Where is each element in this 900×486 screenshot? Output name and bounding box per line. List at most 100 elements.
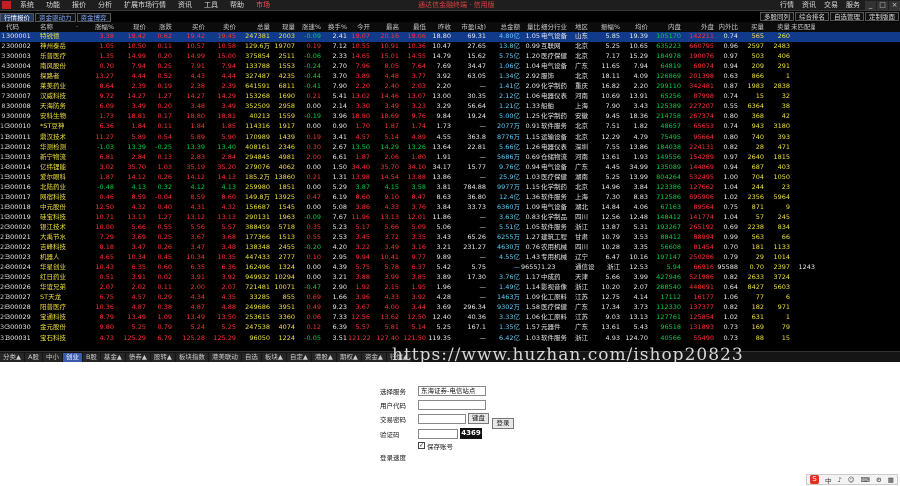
menu-right-trade[interactable]: 交易 xyxy=(820,0,842,10)
market-tab[interactable]: A股 xyxy=(25,352,42,362)
menu-right-news[interactable]: 资讯 xyxy=(798,0,820,10)
cell-col-1: 300021 xyxy=(6,233,31,241)
user-input[interactable] xyxy=(418,399,486,410)
captcha-image[interactable]: 4369 xyxy=(460,428,482,439)
table-row[interactable]: 25 300025 红日药业 0.51 3.91 0.02 3.91 3.92 949932 10… xyxy=(0,273,900,283)
cell-col-16: 13.86 xyxy=(432,172,451,181)
market-tab[interactable]: 基金▲ xyxy=(100,352,125,362)
tray-emoji-icon[interactable]: ☺ xyxy=(848,476,855,484)
cell-col-14: 8.05 xyxy=(384,62,399,71)
market-tab[interactable]: B股 xyxy=(82,352,100,362)
market-tab[interactable]: 股转▲ xyxy=(150,352,175,362)
quote-table[interactable]: 代码 名称 · 涨幅% 现价 涨跌 买价 卖价 总量 现量 涨速% 换手% 今开 最高 最低 昨收 市盈(动) 总… xyxy=(0,22,900,351)
table-row[interactable]: 10 300010 *ST豆神 6.36 1.84 0.11 1.84 1.85 114316 1… xyxy=(0,122,900,132)
cell-col-26: 0.70 xyxy=(723,243,738,252)
table-row[interactable]: 5 300005 探路者 13.27 4.44 0.52 4.43 4.44 327487 423… xyxy=(0,72,900,82)
menu-tools[interactable]: 工具 xyxy=(198,0,224,10)
market-tab[interactable]: 债券▲ xyxy=(125,352,150,362)
keyboard-button[interactable]: 键盘 xyxy=(468,413,489,424)
table-header[interactable]: 代码 名称 · 涨幅% 现价 涨跌 买价 卖价 总量 现量 涨速% 换手% 今开 最高 最低 昨收 市盈(动) 总… xyxy=(0,22,900,32)
menu-help[interactable]: 帮助 xyxy=(224,0,250,10)
market-tab[interactable]: 中小 xyxy=(42,352,62,362)
menu-market[interactable]: 市场 xyxy=(250,0,276,10)
table-row[interactable]: 28 300028 阳普医疗 10.36 4.87 0.38 4.87 4.88 249686 3… xyxy=(0,303,900,313)
table-row[interactable]: 16 300016 北陆药业 -0.48 4.13 0.32 4.12 4.13 259980 1… xyxy=(0,183,900,193)
table-row[interactable]: 19 300019 硅宝科技 10.71 13.13 1.27 13.12 13.13 2901… xyxy=(0,213,900,223)
market-tab[interactable]: 港美联动 xyxy=(208,352,241,362)
table-row[interactable]: 24 300024 华星创业 10.43 6.35 0.60 6.35 6.36 162496 1… xyxy=(0,263,900,273)
sogou-logo-icon[interactable]: S xyxy=(810,475,819,484)
menu-system[interactable]: 系统 xyxy=(14,0,40,10)
table-row[interactable]: 22 300022 吉峰科技 8.18 3.47 0.26 3.47 3.48 138348 24… xyxy=(0,243,900,253)
menu-ext-market[interactable]: 扩展市场行情 xyxy=(118,0,172,10)
market-tab[interactable]: 港股▲ xyxy=(311,352,336,362)
market-tab[interactable]: 期权▲ xyxy=(336,352,361,362)
cell-col-28: 834 xyxy=(777,222,790,231)
table-row[interactable]: 14 300014 亿纬锂能 3.02 35.70 1.03 35.19 35.20 27907… xyxy=(0,163,900,173)
market-tab[interactable]: 自选 xyxy=(241,352,261,362)
market-tab[interactable]: 分类▲ xyxy=(0,352,24,362)
market-tab[interactable]: 板块▲ xyxy=(261,352,286,362)
tray-lang-icon[interactable]: 中 xyxy=(825,475,832,485)
table-row[interactable]: 3 300003 乐普医疗 1.35 14.99 0.20 14.99 15.00 375854… xyxy=(0,52,900,62)
cell-col-29 xyxy=(791,72,815,82)
menu-analysis[interactable]: 分析 xyxy=(92,0,118,10)
table-row[interactable]: 30 300030 金元股份 9.80 5.25 0.79 5.24 5.25 247538 40… xyxy=(0,323,900,333)
cell-col-10: 现量 xyxy=(282,23,295,31)
tray-grid-icon[interactable]: ▦ xyxy=(888,476,894,484)
cell-col-16: 3.92 xyxy=(436,72,451,81)
menu-right-quote[interactable]: 行情 xyxy=(776,0,798,10)
table-row[interactable]: 23 300023 机器人 4.65 10.34 0.45 10.34 10.35 447433… xyxy=(0,253,900,263)
table-row[interactable]: 29 300029 宝通科技 8.79 13.49 1.09 13.49 13.50 25361… xyxy=(0,313,900,323)
save-account-checkbox[interactable]: ✓ xyxy=(418,442,425,449)
table-row[interactable]: 6 300006 莱美药业 8.64 2.39 0.19 2.38 2.39 641591 681… xyxy=(0,82,900,92)
tray-settings-icon[interactable]: ⚙ xyxy=(876,476,882,484)
menu-quote[interactable]: 报价 xyxy=(66,0,92,10)
tab-quote-list[interactable]: 行情报价 xyxy=(0,12,34,22)
tab-custom-layout[interactable]: 定制版面 xyxy=(865,12,899,21)
market-tab[interactable]: 自定▲ xyxy=(286,352,311,362)
server-select[interactable]: 东海证券-电信站点 xyxy=(418,385,486,396)
menu-function[interactable]: 功能 xyxy=(40,0,66,10)
table-row[interactable]: 21 300021 大禹节水 7.29 3.69 0.25 3.67 3.68 177366 15… xyxy=(0,233,900,243)
login-button[interactable]: 登录 xyxy=(492,418,514,429)
market-tab[interactable]: 板块指数 xyxy=(175,352,208,362)
market-tab[interactable]: 创业 xyxy=(62,352,82,362)
password-input[interactable] xyxy=(418,413,466,424)
tab-rank[interactable]: 综合排名 xyxy=(795,12,829,21)
table-row[interactable]: 2 300002 神州泰岳 1.05 10.50 0.11 10.57 10.58 129.6万… xyxy=(0,42,900,52)
tab-fund-drive[interactable]: 资金驱动力 xyxy=(35,12,76,22)
cell-col-6: 0.55 xyxy=(157,222,172,231)
table-row[interactable]: 9 300009 安科生物 1.73 18.81 0.17 18.80 18.81 40213 1… xyxy=(0,112,900,122)
cell-col-25: 190076 xyxy=(689,52,714,61)
tab-fund-game[interactable]: 资金博弈 xyxy=(76,12,111,22)
menu-right-service[interactable]: 服务 xyxy=(842,0,864,10)
table-row[interactable]: 8 300008 天海防务 6.09 3.49 0.20 3.48 3.49 352509 295… xyxy=(0,102,900,112)
table-row[interactable]: 15 300015 爱尔眼科 1.87 14.12 0.26 14.12 14.13 185.2… xyxy=(0,173,900,183)
cell-col-1: 300005 xyxy=(6,72,31,81)
table-row[interactable]: 18 300018 中元股份 12.50 4.32 0.40 4.31 4.32 156687 1… xyxy=(0,203,900,213)
menu-news[interactable]: 资讯 xyxy=(172,0,198,10)
tab-watchlist[interactable]: 自选管理 xyxy=(830,12,864,21)
table-row[interactable]: 7 300007 汉威科技 9.72 14.27 1.27 14.27 14.29 153268… xyxy=(0,92,900,102)
market-tab[interactable]: 资金▲ xyxy=(361,352,386,362)
tab-multi-stock[interactable]: 多股同列 xyxy=(760,12,794,21)
minimize-button[interactable]: _ xyxy=(865,1,876,10)
maximize-button[interactable]: □ xyxy=(877,1,888,10)
table-row[interactable]: 17 300017 网宿科技 0.46 8.59 -0.04 8.59 8.60 149.8万 1… xyxy=(0,193,900,203)
captcha-input[interactable] xyxy=(418,428,458,439)
tray-voice-icon[interactable]: ♪ xyxy=(838,476,842,484)
table-row[interactable]: 31 300031 宝石科技 4.73 125.29 6.79 125.28 125.29 96… xyxy=(0,334,900,344)
table-row[interactable]: 1 300001 特锐德 3.38 19.42 0.62 19.42 19.45 247381 2… xyxy=(0,32,900,42)
market-tab[interactable]: 行情▲ xyxy=(386,352,411,362)
close-button[interactable]: × xyxy=(889,1,900,10)
table-row[interactable]: 12 300012 华测检测 -1.03 13.39 -0.25 13.39 13.40 408… xyxy=(0,143,900,153)
table-row[interactable]: 20 300020 银江技术 10.00 5.66 0.55 5.56 5.57 388459 5… xyxy=(0,223,900,233)
cell-col-5: 18.81 xyxy=(127,112,146,121)
table-row[interactable]: 26 300026 华谊兄弟 2.07 2.02 0.11 2.00 2.07 721481 10… xyxy=(0,283,900,293)
table-row[interactable]: 27 300027 ST天龙 6.75 4.57 0.29 4.34 4.35 33285 855… xyxy=(0,293,900,303)
table-row[interactable]: 4 300004 南风股份 0.70 7.94 0.25 7.91 7.94 133788 155… xyxy=(0,62,900,72)
tray-keyboard-icon[interactable]: ⌨ xyxy=(861,476,870,484)
table-row[interactable]: 11 300011 鼎汉技术 11.27 5.89 0.54 5.89 5.90 170989 1… xyxy=(0,133,900,143)
table-row[interactable]: 13 300013 新宁物流 6.81 2.84 0.13 2.83 2.84 294845 49… xyxy=(0,153,900,163)
